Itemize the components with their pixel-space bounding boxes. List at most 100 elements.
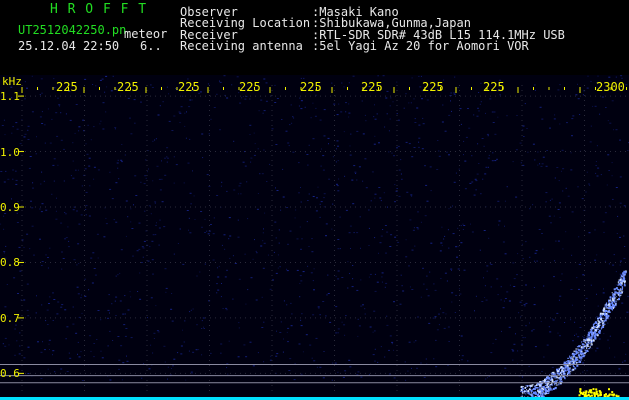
noise-dot — [491, 111, 494, 113]
noise-dot — [455, 246, 458, 248]
noise-dot — [337, 190, 340, 192]
noise-dot — [516, 274, 518, 276]
noise-dot — [66, 371, 69, 372]
noise-dot — [603, 288, 604, 290]
noise-dot — [379, 197, 382, 199]
noise-dot — [204, 232, 206, 233]
noise-dot — [300, 108, 303, 110]
noise-dot — [396, 113, 398, 115]
noise-dot — [539, 106, 542, 108]
signal-dot — [535, 385, 538, 386]
signal-dot — [599, 312, 602, 315]
noise-dot — [508, 326, 511, 328]
noise-dot — [357, 335, 359, 337]
noise-dot — [585, 297, 588, 299]
signal-dot — [550, 379, 552, 382]
noise-dot — [617, 215, 619, 217]
noise-dot — [26, 233, 29, 235]
noise-dot — [608, 263, 610, 265]
noise-dot — [26, 309, 29, 311]
noise-dot — [218, 265, 220, 267]
noise-dot — [156, 330, 159, 332]
noise-dot — [148, 205, 151, 207]
noise-dot — [12, 169, 15, 171]
noise-dot — [333, 103, 336, 105]
noise-dot — [255, 299, 258, 301]
noise-dot — [382, 229, 384, 230]
noise-dot — [590, 284, 592, 286]
noise-dot — [154, 139, 156, 141]
noise-dot — [165, 287, 168, 289]
noise-dot — [582, 94, 584, 96]
signal-dot — [561, 374, 562, 376]
noise-dot — [441, 121, 444, 123]
noise-dot — [228, 238, 230, 240]
noise-dot — [44, 349, 46, 351]
noise-dot — [117, 167, 119, 169]
noise-dot — [189, 311, 191, 313]
noise-dot — [376, 281, 379, 283]
signal-dot — [527, 385, 530, 387]
noise-dot — [533, 304, 536, 306]
noise-dot — [19, 345, 21, 347]
noise-dot — [68, 352, 70, 354]
noise-dot — [365, 120, 367, 122]
signal-dot — [581, 357, 583, 359]
signal-dot — [542, 380, 545, 382]
hot-dot — [582, 392, 584, 395]
hot-dot — [578, 394, 581, 397]
noise-dot — [323, 109, 326, 111]
signal-dot — [527, 390, 529, 392]
hot-dot — [611, 391, 614, 394]
noise-dot — [105, 75, 108, 77]
noise-dot — [277, 254, 279, 256]
noise-dot — [462, 223, 464, 225]
noise-dot — [541, 371, 543, 372]
noise-dot — [572, 340, 574, 342]
noise-dot — [411, 289, 414, 290]
noise-dot — [36, 295, 37, 297]
plot-background — [0, 75, 629, 400]
noise-dot — [158, 178, 161, 180]
noise-dot — [300, 187, 301, 188]
noise-dot — [577, 83, 578, 85]
noise-dot — [426, 200, 429, 202]
noise-dot — [571, 304, 573, 306]
noise-dot — [180, 345, 183, 347]
noise-dot — [4, 345, 7, 347]
noise-dot — [28, 167, 31, 169]
signal-dot — [614, 293, 616, 296]
noise-dot — [188, 106, 191, 108]
noise-dot — [576, 277, 578, 279]
signal-dot — [534, 391, 536, 394]
noise-dot — [393, 377, 396, 379]
noise-dot — [226, 97, 229, 99]
noise-dot — [439, 250, 442, 252]
noise-dot — [545, 201, 547, 203]
noise-dot — [274, 102, 277, 103]
noise-dot — [351, 286, 354, 288]
noise-dot — [278, 229, 280, 231]
noise-dot — [374, 348, 376, 350]
noise-dot — [360, 279, 362, 281]
signal-dot — [586, 342, 589, 344]
noise-dot — [348, 112, 351, 114]
noise-dot — [458, 288, 460, 290]
noise-dot — [93, 126, 95, 128]
signal-dot — [621, 275, 623, 278]
noise-dot — [100, 350, 102, 352]
noise-dot — [443, 327, 446, 329]
signal-dot — [614, 300, 616, 302]
noise-dot — [370, 200, 372, 202]
signal-dot — [619, 278, 622, 281]
noise-dot — [87, 124, 89, 126]
noise-dot — [47, 267, 49, 269]
noise-dot — [80, 351, 82, 353]
noise-dot — [202, 157, 204, 159]
signal-dot — [585, 345, 588, 347]
noise-dot — [485, 166, 488, 168]
noise-dot — [130, 296, 132, 298]
signal-dot — [582, 344, 585, 346]
noise-dot — [300, 201, 302, 203]
noise-dot — [519, 142, 522, 144]
